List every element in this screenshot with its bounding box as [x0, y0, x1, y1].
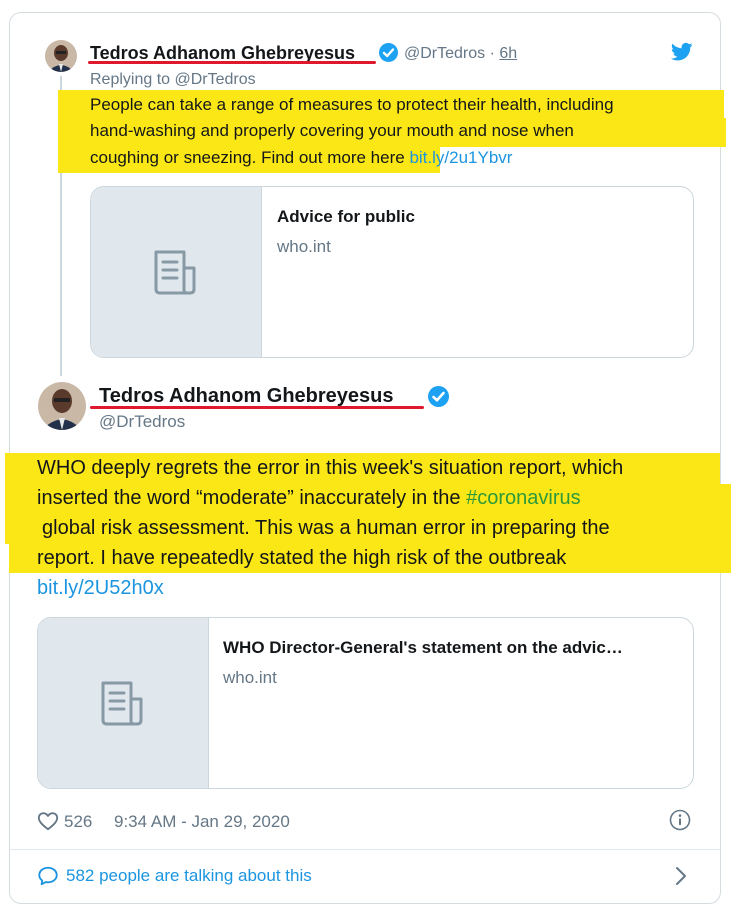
- tweet-text: inserted the word “moderate” inaccuratel…: [37, 487, 461, 509]
- avatar[interactable]: [38, 382, 86, 430]
- document-icon: [154, 250, 196, 295]
- tweet-text-line: inserted the word “moderate” inaccuratel…: [37, 483, 581, 513]
- link-preview-card[interactable]: Advice for public who.int: [90, 186, 694, 358]
- twitter-bird-icon[interactable]: [670, 42, 693, 62]
- verified-badge-icon: [428, 386, 449, 407]
- tweet-text-line: hand-washing and properly covering your …: [90, 121, 574, 140]
- card-domain: who.int: [223, 668, 277, 687]
- tweet-time[interactable]: 6h: [499, 45, 517, 62]
- tweet-text-line: coughing or sneezing. Find out more here…: [90, 145, 512, 171]
- tweet-text-line: report. I have repeatedly stated the hig…: [37, 547, 567, 569]
- hashtag-link[interactable]: #coronavirus: [466, 487, 581, 509]
- author-handle[interactable]: @DrTedros · 6h: [404, 44, 517, 64]
- tweet-text-line: global risk assessment. This was a human…: [42, 517, 610, 539]
- handle-text: @DrTedros: [404, 45, 486, 62]
- red-underline-annotation: [90, 406, 424, 409]
- verified-badge-icon: [379, 43, 398, 62]
- info-icon[interactable]: [669, 809, 691, 831]
- avatar[interactable]: [45, 40, 77, 72]
- tweet-text-line: People can take a range of measures to p…: [90, 95, 614, 114]
- card-thumbnail: [38, 618, 209, 788]
- chevron-right-icon[interactable]: [674, 865, 688, 887]
- tweet-timestamp[interactable]: 9:34 AM - Jan 29, 2020: [114, 812, 290, 832]
- replying-to[interactable]: Replying to @DrTedros: [90, 70, 256, 90]
- tweet-link[interactable]: bit.ly/2U52h0x: [37, 573, 164, 603]
- document-icon: [101, 681, 143, 726]
- tweet-link[interactable]: bit.ly/2u1Ybvr: [409, 148, 512, 167]
- author-name[interactable]: Tedros Adhanom Ghebreyesus: [99, 384, 394, 408]
- tweet-text: coughing or sneezing. Find out more here: [90, 148, 405, 167]
- tweet-text-line: WHO deeply regrets the error in this wee…: [37, 457, 624, 479]
- like-count[interactable]: 526: [64, 812, 92, 832]
- talking-about-link[interactable]: 582 people are talking about this: [66, 866, 312, 886]
- comment-bubble-icon: [37, 865, 59, 887]
- like-heart-icon[interactable]: [37, 810, 59, 832]
- link-preview-card[interactable]: WHO Director-General's statement on the …: [37, 617, 694, 789]
- card-title: WHO Director-General's statement on the …: [223, 638, 623, 657]
- card-title: Advice for public: [277, 207, 415, 226]
- red-underline-annotation: [88, 61, 376, 64]
- card-thumbnail: [91, 187, 262, 357]
- author-handle[interactable]: @DrTedros: [99, 412, 185, 432]
- card-domain: who.int: [277, 237, 331, 256]
- footer-conversation-row[interactable]: 582 people are talking about this: [10, 850, 720, 902]
- separator-dot: ·: [489, 45, 495, 62]
